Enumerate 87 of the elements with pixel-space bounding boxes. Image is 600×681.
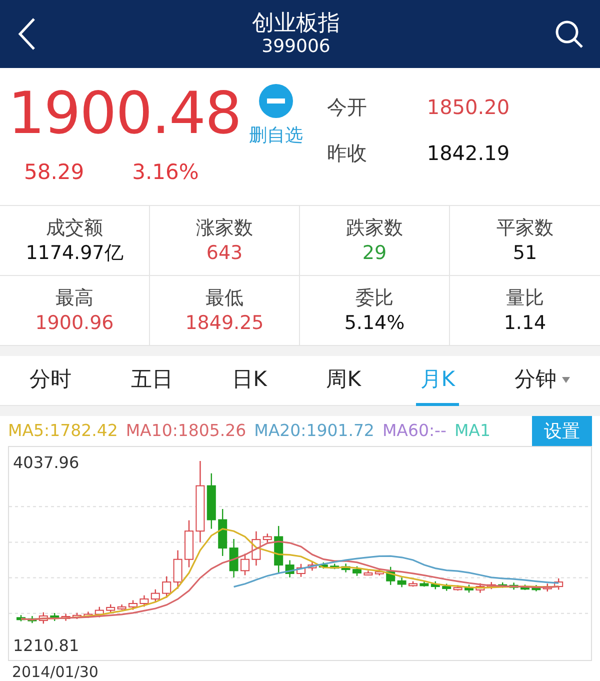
candle (542, 584, 552, 592)
back-button[interactable] (16, 16, 38, 52)
stat-label: 涨家数 (196, 216, 253, 240)
candle (274, 526, 284, 573)
candle (453, 585, 462, 591)
candle (554, 578, 564, 590)
candle (72, 612, 82, 619)
stat-value: 1900.96 (35, 310, 114, 336)
candle (285, 560, 294, 578)
index-title: 创业板指 (252, 11, 340, 37)
candle (341, 564, 350, 572)
candle (61, 614, 70, 621)
candle (252, 531, 261, 566)
chart-tab[interactable]: 日K (228, 356, 271, 406)
candle (408, 581, 418, 587)
summary-label: 今开 (326, 94, 368, 121)
candle (28, 616, 37, 624)
candle (117, 604, 126, 610)
moving-average-value: MA10:1805.26 (126, 420, 246, 442)
candle (352, 566, 362, 576)
current-price: 1900.48 (8, 84, 241, 142)
stat-value: 51 (512, 240, 538, 266)
candle (430, 581, 440, 590)
axis-max-label: 4037.96 (13, 452, 80, 474)
date-label: 2014/01/30 (11, 662, 100, 681)
stat-value: 5.14% (344, 310, 405, 336)
candle (509, 582, 518, 590)
candle (318, 562, 328, 569)
stat-value: 643 (206, 240, 243, 266)
candle (386, 566, 396, 585)
percent-change: 3.16% (132, 159, 199, 186)
candle (397, 578, 406, 588)
index-code: 399006 (260, 36, 332, 57)
candle (532, 585, 541, 592)
moving-average-value: MA1 (454, 420, 490, 442)
candle (206, 473, 216, 529)
candle (442, 584, 452, 591)
candle (420, 581, 429, 587)
candle (84, 612, 93, 618)
stat-label: 最低 (206, 286, 244, 310)
candle (184, 520, 194, 568)
candle (162, 576, 172, 598)
candle (308, 562, 317, 571)
stat-value: 29 (362, 240, 387, 266)
chart-tab[interactable]: 五日 (126, 356, 177, 406)
stat-value: 1849.25 (185, 310, 264, 336)
candle (94, 606, 104, 618)
candle (476, 583, 485, 593)
stat-label: 最高 (56, 286, 94, 310)
candle (374, 569, 384, 576)
candle (330, 564, 340, 570)
candle (150, 589, 160, 602)
moving-average-value: MA20:1901.72 (254, 420, 374, 442)
candle (520, 584, 530, 590)
price-change: 58.29 (24, 159, 84, 186)
stat-label: 量比 (506, 286, 544, 310)
stat-label: 平家数 (496, 216, 554, 240)
stat-value: 1.14 (504, 310, 546, 336)
moving-average-value: MA5:1782.42 (8, 420, 118, 442)
candle (464, 584, 474, 593)
chart-tab[interactable]: 分时 (26, 356, 76, 406)
candle (240, 554, 250, 576)
stat-label: 跌家数 (346, 216, 403, 240)
search-button[interactable] (554, 19, 584, 49)
stat-label: 委比 (356, 286, 394, 310)
candle (262, 534, 272, 542)
candle (140, 595, 149, 607)
remove-icon[interactable] (258, 84, 293, 118)
candle (296, 564, 306, 577)
candle (106, 604, 116, 614)
candle (38, 612, 48, 624)
axis-min-label: 1210.81 (13, 635, 80, 657)
candle (173, 550, 182, 589)
candle (229, 538, 238, 578)
chart-tab[interactable]: 周K (322, 356, 365, 406)
stat-label: 成交额 (46, 216, 103, 240)
moving-average-value: MA60:-- (382, 420, 446, 442)
candle (16, 615, 26, 622)
candle (218, 509, 228, 556)
summary-value: 1842.19 (426, 140, 510, 167)
summary-value: 1850.20 (426, 94, 510, 121)
candle (50, 613, 60, 621)
candle (128, 600, 138, 610)
candle (364, 570, 373, 576)
stat-value: 1174.97亿 (26, 240, 124, 266)
chart-tab[interactable]: 分钟 (510, 356, 574, 406)
summary-label: 昨收 (326, 140, 368, 167)
